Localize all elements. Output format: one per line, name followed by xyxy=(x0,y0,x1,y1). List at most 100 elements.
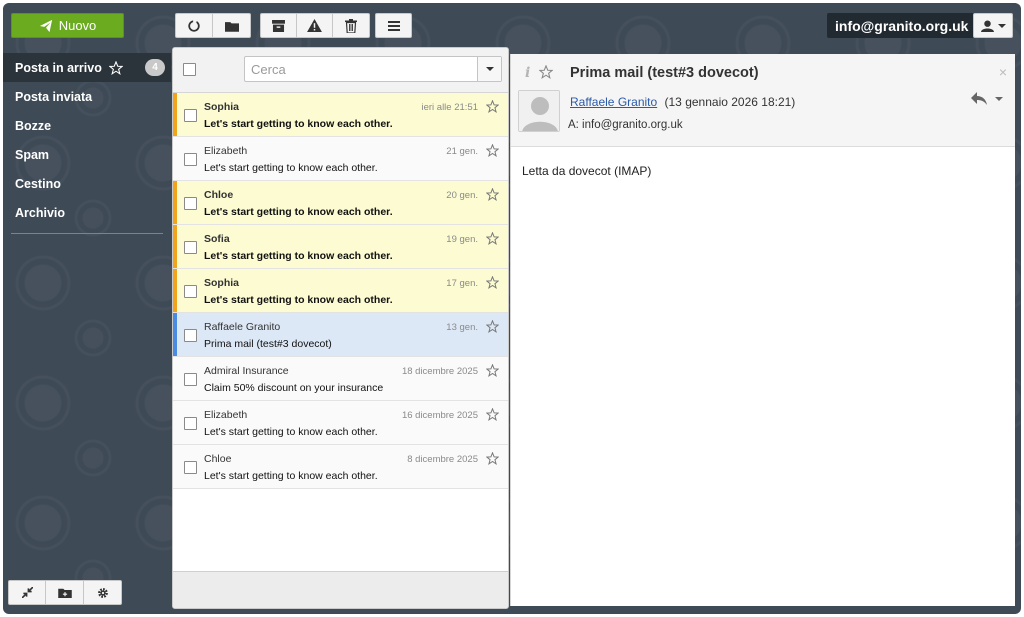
message-checkbox[interactable] xyxy=(184,197,197,210)
message-row[interactable]: Elizabeth Let's start getting to know ea… xyxy=(173,137,508,181)
message-checkbox[interactable] xyxy=(184,153,197,166)
message-sender: Elizabeth xyxy=(204,409,248,421)
star-icon[interactable] xyxy=(486,408,499,421)
sidebar-item-sent[interactable]: Posta inviata xyxy=(3,82,171,111)
star-icon[interactable] xyxy=(486,452,499,465)
message-checkbox[interactable] xyxy=(184,285,197,298)
star-icon[interactable] xyxy=(108,60,123,75)
message-body: Letta da dovecot (IMAP) xyxy=(522,164,652,178)
message-row[interactable]: Sofia Let's start getting to know each o… xyxy=(173,225,508,269)
sidebar-item-label: Cestino xyxy=(15,176,61,191)
message-checkbox[interactable] xyxy=(184,329,197,342)
message-row[interactable]: Chloe Let's start getting to know each o… xyxy=(173,445,508,489)
message-date: 18 dicembre 2025 xyxy=(401,366,478,377)
message-flag xyxy=(173,445,177,488)
unread-flag xyxy=(173,93,177,136)
message-subject: Let's start getting to know each other. xyxy=(204,118,393,130)
search-input[interactable] xyxy=(245,57,477,81)
star-icon[interactable] xyxy=(486,364,499,377)
caret-down-icon xyxy=(485,67,494,71)
message-datetime: (13 gennaio 2026 18:21) xyxy=(664,95,796,109)
star-icon[interactable] xyxy=(486,232,499,245)
message-checkbox[interactable] xyxy=(184,461,197,474)
sidebar-bottom-toolbar xyxy=(8,580,122,605)
reply-icon[interactable] xyxy=(971,92,987,106)
message-from-line: Raffaele Granito (13 gennaio 2026 18:21) xyxy=(570,95,795,109)
sidebar-item-trash[interactable]: Cestino xyxy=(3,169,171,198)
delete-button[interactable] xyxy=(333,13,370,38)
message-list-footer xyxy=(173,571,508,608)
default-avatar-icon xyxy=(519,91,559,131)
sidebar-item-drafts[interactable]: Bozze xyxy=(3,111,171,140)
compose-button[interactable]: Nuovo xyxy=(11,13,124,38)
unread-flag xyxy=(173,225,177,268)
add-folder-button[interactable] xyxy=(46,580,84,605)
message-flag xyxy=(173,357,177,400)
message-row[interactable]: Admiral Insurance Claim 50% discount on … xyxy=(173,357,508,401)
gear-icon xyxy=(97,587,108,598)
compose-button-label: Nuovo xyxy=(58,18,97,33)
message-row-selected[interactable]: Raffaele Granito Prima mail (test#3 dove… xyxy=(173,313,508,357)
search-options-button[interactable] xyxy=(477,57,501,81)
star-icon[interactable] xyxy=(486,100,499,113)
message-row[interactable]: Elizabeth Let's start getting to know ea… xyxy=(173,401,508,445)
message-sender: Sophia xyxy=(204,101,240,113)
message-row[interactable]: Chloe Let's start getting to know each o… xyxy=(173,181,508,225)
message-date: 13 gen. xyxy=(446,322,478,333)
message-sender: Chloe xyxy=(204,189,234,201)
message-date: 16 dicembre 2025 xyxy=(401,410,478,421)
message-date: 17 gen. xyxy=(446,278,478,289)
sidebar-item-label: Posta in arrivo xyxy=(15,60,102,75)
sidebar-item-label: Spam xyxy=(15,147,50,162)
reading-pane: i Prima mail (test#3 dovecot) × Raffaele… xyxy=(510,54,1015,606)
message-checkbox[interactable] xyxy=(184,109,197,122)
archive-button[interactable] xyxy=(260,13,297,38)
sidebar-item-label: Posta inviata xyxy=(15,89,93,104)
trash-icon xyxy=(345,18,357,33)
message-sender: Raffaele Granito xyxy=(204,321,281,333)
sidebar-item-label: Bozze xyxy=(15,118,52,133)
selected-flag xyxy=(173,313,177,356)
sidebar-divider xyxy=(11,233,163,234)
avatar xyxy=(518,90,560,132)
message-row[interactable]: Sophia Let's start getting to know each … xyxy=(173,269,508,313)
sidebar-item-inbox[interactable]: Posta in arrivo 4 xyxy=(3,53,171,82)
collapse-button[interactable] xyxy=(8,580,46,605)
user-menu-button[interactable] xyxy=(973,13,1013,38)
select-all-checkbox[interactable] xyxy=(183,63,196,76)
star-icon[interactable] xyxy=(486,144,499,157)
search-box xyxy=(244,56,502,82)
message-checkbox[interactable] xyxy=(184,417,197,430)
message-sender: Sophia xyxy=(204,277,240,289)
reply-options-icon[interactable] xyxy=(995,97,1003,101)
app-frame: Nuovo info@granito.org.uk Posta in arriv… xyxy=(3,3,1021,614)
message-row[interactable]: Sophia Let's start getting to know each … xyxy=(173,93,508,137)
folder-list: Posta in arrivo 4 Posta inviata Bozze Sp… xyxy=(3,53,171,227)
star-icon[interactable] xyxy=(539,65,553,79)
sender-link[interactable]: Raffaele Granito xyxy=(570,95,657,109)
refresh-button[interactable] xyxy=(175,13,213,38)
settings-button[interactable] xyxy=(84,580,122,605)
message-flag xyxy=(173,401,177,444)
menu-icon xyxy=(387,20,400,31)
more-menu-button[interactable] xyxy=(375,13,412,38)
info-icon[interactable]: i xyxy=(525,65,530,81)
sidebar-item-archive[interactable]: Archivio xyxy=(3,198,171,227)
folder-icon xyxy=(224,21,239,32)
move-folder-button[interactable] xyxy=(213,13,251,38)
star-icon[interactable] xyxy=(486,276,499,289)
message-list-header xyxy=(173,48,508,93)
star-icon[interactable] xyxy=(486,188,499,201)
close-icon[interactable]: × xyxy=(999,64,1007,80)
action-toolbar xyxy=(175,13,251,38)
message-checkbox[interactable] xyxy=(184,373,197,386)
compress-icon xyxy=(21,587,33,598)
message-subject: Prima mail (test#3 dovecot) xyxy=(204,338,332,350)
sidebar-item-spam[interactable]: Spam xyxy=(3,140,171,169)
star-icon[interactable] xyxy=(486,320,499,333)
spam-button[interactable] xyxy=(297,13,333,38)
archive-icon xyxy=(272,19,285,32)
message-list-panel: Sophia Let's start getting to know each … xyxy=(172,47,509,609)
message-subject: Let's start getting to know each other. xyxy=(204,162,378,174)
message-checkbox[interactable] xyxy=(184,241,197,254)
